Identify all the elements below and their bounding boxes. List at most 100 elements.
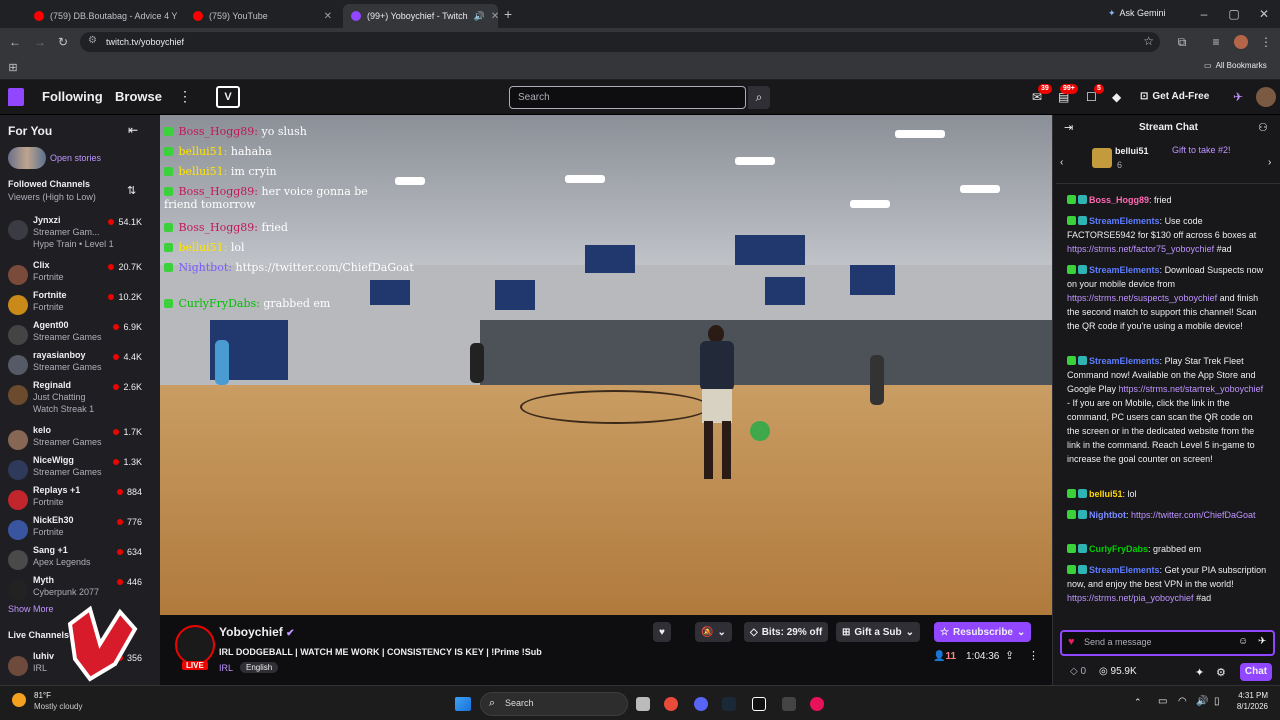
more-options-icon[interactable]: ⋮ <box>1028 649 1039 662</box>
user-avatar[interactable] <box>1256 87 1276 107</box>
sidebar-channel-item[interactable]: Myth Cyberpunk 2077 446 <box>0 574 152 604</box>
tray-chevron-icon[interactable]: ⌃ <box>1134 697 1142 708</box>
reading-list-icon[interactable]: ≡ <box>1208 34 1224 50</box>
task-view-icon[interactable] <box>636 697 650 711</box>
settings-app-icon[interactable] <box>782 697 796 711</box>
browser-tab[interactable]: (759) DB.Boutabag - Advice 4 Y ✕ <box>26 4 181 28</box>
reload-icon[interactable]: ↻ <box>55 34 71 50</box>
more-menu-icon[interactable]: ⋮ <box>178 88 192 105</box>
chat-link[interactable]: https://twitter.com/ChiefDaGoat <box>1131 510 1256 520</box>
close-tab-icon[interactable]: ✕ <box>491 11 498 22</box>
close-tab-icon[interactable]: ✕ <box>324 11 332 22</box>
send-extension-icon[interactable]: ✈ <box>1258 636 1266 647</box>
weather-icon[interactable] <box>12 693 26 707</box>
video-player[interactable]: Boss_Hogg89: yo slush bellui51: hahaha b… <box>160 115 1052 615</box>
open-stories-link[interactable]: Open stories <box>50 153 101 163</box>
sidebar-channel-item[interactable]: rayasianboy Streamer Games 4.4K <box>0 349 152 379</box>
chat-settings-icon[interactable]: ⚙ <box>1216 666 1226 679</box>
chat-link[interactable]: https://strms.net/pia_yoboychief <box>1067 593 1196 603</box>
resubscribe-button[interactable]: ☆ Resubscribe ⌄ <box>934 622 1032 642</box>
volume-icon[interactable]: 🔊 <box>1196 696 1208 707</box>
show-more-link[interactable]: Show More <box>8 604 54 614</box>
chat-username[interactable]: Nightbot <box>1089 510 1126 520</box>
browser-tab[interactable]: (759) YouTube ✕ <box>185 4 340 28</box>
community-icon[interactable]: ⚇ <box>1258 121 1268 134</box>
chat-username[interactable]: bellui51 <box>1089 489 1123 499</box>
chat-username[interactable]: StreamElements <box>1089 356 1160 366</box>
language-tag[interactable]: English <box>240 662 279 673</box>
minimize-icon[interactable]: – <box>1196 6 1212 22</box>
profile-avatar[interactable] <box>1234 35 1248 49</box>
ask-gemini-button[interactable]: ✦ Ask Gemini <box>1108 8 1166 19</box>
chat-send-button[interactable]: Chat <box>1240 663 1272 681</box>
chat-input[interactable]: ♥ Send a message ☺ ✈ <box>1060 630 1275 656</box>
apps-icon[interactable]: ⊞ <box>5 60 21 76</box>
sidebar-channel-item[interactable]: Fortnite Fortnite 10.2K <box>0 289 152 319</box>
chat-username[interactable]: Boss_Hogg89 <box>1089 195 1149 205</box>
chat-link[interactable]: https://strms.net/suspects_yoboychief <box>1067 293 1220 303</box>
prev-arrow-icon[interactable]: ‹ <box>1060 157 1063 168</box>
url-input[interactable]: ⚙ twitch.tv/yoboychief ☆ <box>80 32 1160 52</box>
taskbar-search[interactable]: ⌕ Search <box>480 692 628 716</box>
channel-avatar[interactable] <box>175 625 215 665</box>
chat-username[interactable]: StreamElements <box>1089 216 1160 226</box>
sidebar-channel-item[interactable]: Clix Fortnite 20.7K <box>0 259 152 289</box>
extensions-icon[interactable]: ⧉ <box>1174 34 1190 50</box>
wifi-icon[interactable]: ◠ <box>1178 696 1187 707</box>
maximize-icon[interactable]: ▢ <box>1226 6 1242 22</box>
nav-following[interactable]: Following <box>42 89 103 104</box>
network-icon[interactable]: ▭ <box>1158 696 1167 707</box>
new-tab-icon[interactable]: + <box>504 6 512 22</box>
nav-browse[interactable]: Browse <box>115 89 162 104</box>
sidebar-channel-item[interactable]: NickEh30 Fortnite 776 <box>0 514 152 544</box>
search-icon[interactable]: ⌕ <box>748 86 770 109</box>
stories-avatars[interactable] <box>8 147 46 169</box>
extensions-manager-icon[interactable]: ✈ <box>1233 90 1243 104</box>
menu-icon[interactable]: ⋮ <box>1258 34 1274 50</box>
chrome-icon[interactable] <box>664 697 678 711</box>
pinned-gift-banner[interactable] <box>1056 140 1280 184</box>
close-window-icon[interactable]: ✕ <box>1256 6 1272 22</box>
chat-username[interactable]: CurlyFryDabs <box>1089 544 1148 554</box>
clock-time[interactable]: 4:31 PM <box>1236 691 1268 700</box>
browser-tab-active[interactable]: (99+) Yoboychief - Twitch 🔊 ✕ <box>343 4 498 28</box>
back-icon[interactable]: ← <box>7 34 23 50</box>
crown-icon[interactable]: ◆ <box>1112 90 1121 104</box>
chat-link[interactable]: https://strms.net/startrek_yoboychief <box>1119 384 1264 394</box>
windows-start-icon[interactable] <box>455 697 471 711</box>
all-bookmarks-button[interactable]: ▭ All Bookmarks <box>1204 61 1267 70</box>
twitch-logo-icon[interactable] <box>8 88 24 106</box>
emote-picker-icon[interactable]: ☺ <box>1238 636 1248 647</box>
search-input[interactable]: Search <box>509 86 746 109</box>
next-arrow-icon[interactable]: › <box>1268 157 1271 168</box>
gift-link[interactable]: Gift to take #2! <box>1172 145 1231 155</box>
sidebar-channel-item[interactable]: Sang +1 Apex Legends 634 <box>0 544 152 574</box>
bits-button[interactable]: ◇ Bits: 29% off <box>744 622 829 642</box>
bookmark-star-icon[interactable]: ☆ <box>1143 34 1154 48</box>
sidebar-channel-item[interactable]: Agent00 Streamer Games 6.9K <box>0 319 152 349</box>
music-app-icon[interactable] <box>810 697 824 711</box>
chat-username[interactable]: StreamElements <box>1089 565 1160 575</box>
notifications-button[interactable]: 🔕 ⌄ <box>695 622 732 642</box>
chat-username[interactable]: StreamElements <box>1089 265 1160 275</box>
discord-icon[interactable] <box>694 697 708 711</box>
channel-points[interactable]: ◎ 95.9K <box>1099 666 1137 677</box>
gift-sub-button[interactable]: ⊞ Gift a Sub ⌄ <box>836 622 921 642</box>
app-icon[interactable] <box>752 697 766 711</box>
site-info-icon[interactable]: ⚙ <box>88 35 97 46</box>
chat-link[interactable]: https://strms.net/factor75_yoboychief <box>1067 244 1217 254</box>
collapse-sidebar-icon[interactable]: ⇤ <box>128 123 138 137</box>
sidebar-channel-item[interactable]: NiceWigg Streamer Games 1.3K <box>0 454 152 484</box>
category-link[interactable]: IRL <box>219 663 233 673</box>
follow-heart-button[interactable]: ♥ <box>653 622 671 642</box>
emote-icon[interactable]: ✦ <box>1195 666 1204 679</box>
sidebar-channel-item[interactable]: Reginald Just Chatting 2.6K Watch Streak 1 <box>0 379 152 414</box>
extension-logo-icon[interactable]: V <box>216 86 240 108</box>
sort-icon[interactable]: ⇅ <box>127 184 136 197</box>
sidebar-channel-item[interactable]: kelo Streamer Games 1.7K <box>0 424 152 454</box>
bits-balance[interactable]: ◇ 0 <box>1070 666 1086 677</box>
collapse-chat-icon[interactable]: ⇥ <box>1064 121 1073 134</box>
battery-icon[interactable]: ▯ <box>1214 696 1220 707</box>
share-icon[interactable]: ⇪ <box>1005 649 1014 662</box>
sidebar-channel-item[interactable]: Jynxzi Streamer Gam... 54.1K Hype Train • L… <box>0 214 152 249</box>
